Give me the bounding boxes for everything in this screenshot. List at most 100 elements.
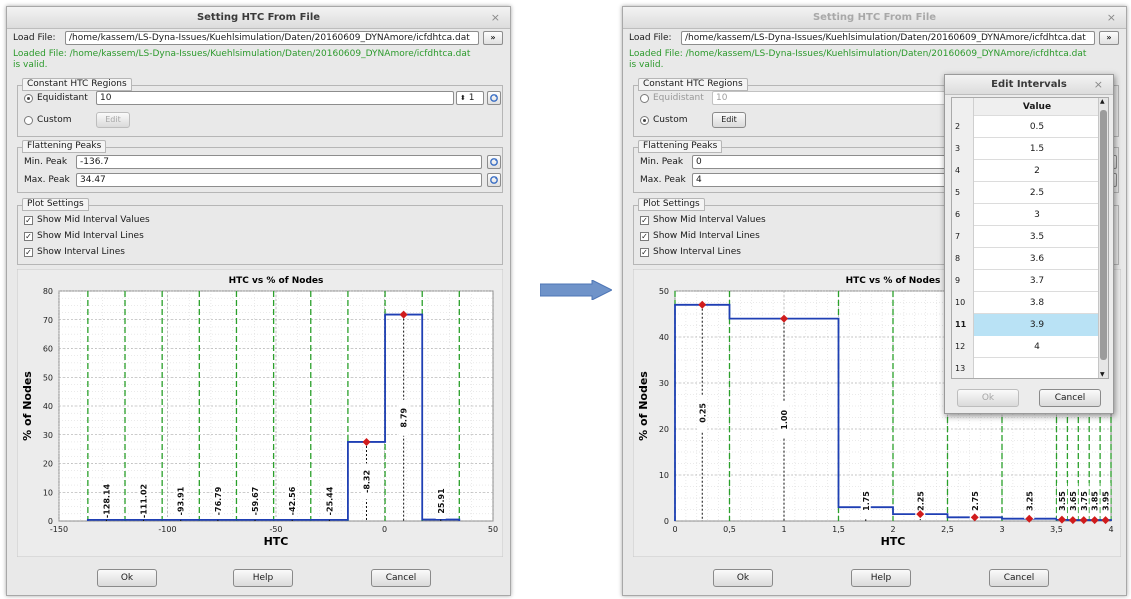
min-peak-input[interactable]: -136.7 xyxy=(76,155,482,169)
dialog-title: Setting HTC From File xyxy=(812,12,937,23)
x-tick-label: 1 xyxy=(781,525,786,534)
x-tick-label: 3,5 xyxy=(1050,525,1063,534)
equidistant-input[interactable]: 10 xyxy=(96,91,454,105)
custom-radio[interactable] xyxy=(640,116,649,125)
row-value-cell[interactable]: 3.6 xyxy=(974,248,1100,270)
row-index: 10 xyxy=(952,292,974,314)
ok-button[interactable]: Ok xyxy=(97,569,157,587)
x-tick-label: 0 xyxy=(382,525,387,534)
row-index: 12 xyxy=(952,336,974,358)
row-index: 4 xyxy=(952,160,974,182)
ok-button[interactable]: Ok xyxy=(713,569,773,587)
table-row[interactable]: 10 3.8 xyxy=(952,292,1100,314)
popup-title: Edit Intervals xyxy=(991,79,1067,90)
table-row[interactable]: 5 2.5 xyxy=(952,182,1100,204)
row-value-cell[interactable]: 3.8 xyxy=(974,292,1100,314)
mid-value-label: -59.67 xyxy=(251,487,260,516)
y-tick-label: 0 xyxy=(664,517,669,526)
mid-value-label: 0.25 xyxy=(698,403,707,423)
group-title: Constant HTC Regions xyxy=(22,78,132,91)
table-row[interactable]: 63 xyxy=(952,204,1100,226)
table-row[interactable]: 42 xyxy=(952,160,1100,182)
browse-button[interactable]: » xyxy=(1099,31,1119,45)
row-value-cell[interactable]: 4 xyxy=(974,336,1100,358)
y-tick-label: 10 xyxy=(43,488,53,497)
chart-title: HTC vs % of Nodes xyxy=(229,276,324,286)
mid-value-label: 3.55 xyxy=(1058,491,1067,511)
mid-value-label: -93.91 xyxy=(177,486,186,515)
loaded-file-status: Loaded File: /home/kassem/LS-Dyna-Issues… xyxy=(629,49,1087,59)
refresh-icon[interactable] xyxy=(487,155,501,169)
mid-value-label: -128.14 xyxy=(102,483,111,518)
mid-value-label: 2.75 xyxy=(971,491,980,511)
cancel-button[interactable]: Cancel xyxy=(371,569,431,587)
ok-button[interactable]: Ok xyxy=(957,389,1019,407)
row-value-cell[interactable]: 2.5 xyxy=(974,182,1100,204)
show-mid-lines-checkbox[interactable]: ✓ xyxy=(24,232,33,241)
help-button[interactable]: Help xyxy=(851,569,911,587)
x-tick-label: -150 xyxy=(50,525,68,534)
row-value-cell[interactable]: 3.7 xyxy=(974,270,1100,292)
refresh-icon[interactable] xyxy=(487,173,501,187)
table-row[interactable]: 7 3.5 xyxy=(952,226,1100,248)
row-value-cell[interactable]: 3 xyxy=(974,204,1100,226)
close-icon[interactable]: × xyxy=(1094,75,1103,95)
show-mid-lines-checkbox[interactable]: ✓ xyxy=(640,232,649,241)
scroll-thumb[interactable] xyxy=(1100,110,1107,360)
table-row[interactable]: 2 0.5 xyxy=(952,116,1100,138)
group-title: Flattening Peaks xyxy=(638,140,723,153)
close-icon[interactable]: × xyxy=(491,7,500,29)
min-peak-label: Min. Peak xyxy=(24,157,68,167)
custom-radio[interactable] xyxy=(24,116,33,125)
x-tick-label: 2 xyxy=(890,525,895,534)
load-file-input[interactable]: /home/kassem/LS-Dyna-Issues/Kuehlsimulat… xyxy=(681,31,1095,45)
equidistant-radio[interactable] xyxy=(640,94,649,103)
row-index: 11 xyxy=(952,314,974,336)
close-icon[interactable]: × xyxy=(1107,7,1116,29)
min-peak-label: Min. Peak xyxy=(640,157,684,167)
table-row[interactable]: 12 4 xyxy=(952,336,1100,358)
show-mid-values-checkbox[interactable]: ✓ xyxy=(640,216,649,225)
mid-value-label: -25.44 xyxy=(325,486,334,515)
load-file-input[interactable]: /home/kassem/LS-Dyna-Issues/Kuehlsimulat… xyxy=(65,31,479,45)
dialog-titlebar: Setting HTC From File × xyxy=(7,7,510,29)
scroll-down-icon[interactable]: ▼ xyxy=(1100,371,1105,378)
table-row[interactable]: 8 3.6 xyxy=(952,248,1100,270)
edit-intervals-button[interactable]: Edit xyxy=(96,112,130,128)
refresh-icon[interactable] xyxy=(487,91,501,105)
corner-cell xyxy=(952,98,974,116)
show-mid-values-checkbox[interactable]: ✓ xyxy=(24,216,33,225)
show-interval-lines-checkbox[interactable]: ✓ xyxy=(24,248,33,257)
y-tick-label: 50 xyxy=(43,373,53,382)
browse-button[interactable]: » xyxy=(483,31,503,45)
scroll-up-icon[interactable]: ▲ xyxy=(1100,98,1105,105)
row-index: 2 xyxy=(952,116,974,138)
max-peak-input[interactable]: 34.47 xyxy=(76,173,482,187)
table-row[interactable]: 13 xyxy=(952,358,1100,378)
edit-intervals-button[interactable]: Edit xyxy=(712,112,746,128)
checkbox-label: Show Mid Interval Values xyxy=(37,215,150,225)
table-row[interactable]: 11 3.9 xyxy=(952,314,1100,336)
row-value-cell[interactable]: 1.5 xyxy=(974,138,1100,160)
row-value-cell[interactable]: 3.5 xyxy=(974,226,1100,248)
group-title: Flattening Peaks xyxy=(22,140,107,153)
y-axis-label: % of Nodes xyxy=(637,371,650,441)
mid-value-label: -111.02 xyxy=(140,484,149,518)
mid-value-label: 1.75 xyxy=(862,491,871,511)
equidistant-radio[interactable] xyxy=(24,94,33,103)
table-row[interactable]: 9 3.7 xyxy=(952,270,1100,292)
cancel-button[interactable]: Cancel xyxy=(989,569,1049,587)
x-tick-label: 3 xyxy=(999,525,1004,534)
table-row[interactable]: 3 1.5 xyxy=(952,138,1100,160)
show-interval-lines-checkbox[interactable]: ✓ xyxy=(640,248,649,257)
row-value-cell[interactable] xyxy=(974,358,1100,378)
help-button[interactable]: Help xyxy=(233,569,293,587)
cancel-button[interactable]: Cancel xyxy=(1039,389,1101,407)
x-tick-label: 50 xyxy=(488,525,498,534)
row-index: 5 xyxy=(952,182,974,204)
interval-count-stepper[interactable]: ⬍ 1 xyxy=(456,91,484,105)
row-value-cell[interactable]: 0.5 xyxy=(974,116,1100,138)
row-value-cell[interactable]: 3.9 xyxy=(974,314,1100,336)
scrollbar[interactable]: ▲ ▼ xyxy=(1098,98,1108,378)
row-value-cell[interactable]: 2 xyxy=(974,160,1100,182)
